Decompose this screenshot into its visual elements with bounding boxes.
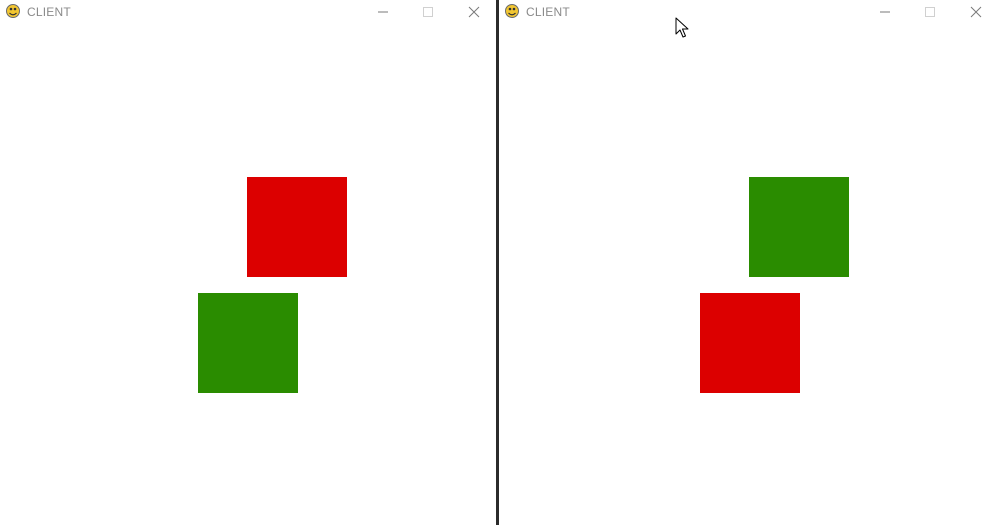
pygame-snake-icon	[6, 4, 20, 18]
window-title: CLIENT	[27, 5, 71, 19]
maximize-button[interactable]	[907, 0, 953, 23]
red-player-square	[247, 177, 347, 277]
minimize-icon	[378, 11, 388, 12]
close-icon	[468, 6, 480, 17]
mouse-pointer-icon	[675, 17, 689, 38]
minimize-icon	[880, 11, 890, 12]
green-player-square	[749, 177, 849, 277]
green-player-square	[198, 293, 298, 393]
game-canvas[interactable]	[499, 23, 997, 525]
close-button[interactable]	[953, 0, 997, 23]
game-canvas[interactable]	[0, 23, 496, 525]
close-icon	[970, 6, 982, 17]
maximize-icon	[925, 6, 935, 17]
pygame-snake-icon	[505, 4, 519, 18]
red-player-square	[700, 293, 800, 393]
window-title: CLIENT	[526, 5, 570, 19]
minimize-button[interactable]	[862, 0, 908, 23]
maximize-button[interactable]	[405, 0, 451, 23]
client-window-right: CLIENT	[499, 0, 997, 525]
close-button[interactable]	[451, 0, 497, 23]
maximize-icon	[423, 6, 433, 17]
client-window-left: CLIENT	[0, 0, 496, 525]
minimize-button[interactable]	[360, 0, 406, 23]
title-bar[interactable]: CLIENT	[499, 0, 997, 23]
title-bar[interactable]: CLIENT	[0, 0, 496, 23]
